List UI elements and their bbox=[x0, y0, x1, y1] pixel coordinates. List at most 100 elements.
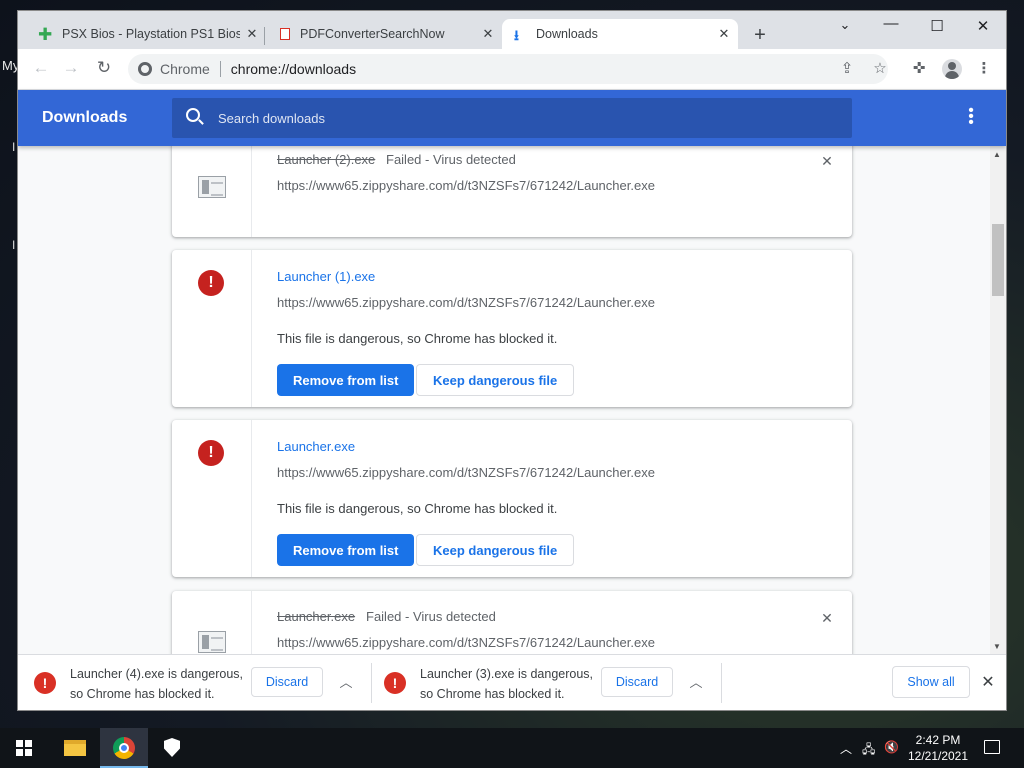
volume-muted-icon[interactable]: 🔇 bbox=[884, 740, 899, 754]
shelf-download-item[interactable]: ! Launcher (4).exe is dangerous, so Chro… bbox=[18, 655, 372, 710]
close-icon[interactable]: ✕ bbox=[244, 26, 260, 42]
downloads-list: Launcher (2).exe Failed - Virus detected… bbox=[18, 146, 990, 654]
close-shelf-icon[interactable]: ✕ bbox=[980, 672, 996, 692]
danger-alert-icon: ! bbox=[384, 672, 406, 694]
discard-button[interactable]: Discard bbox=[251, 667, 323, 697]
discard-button[interactable]: Discard bbox=[601, 667, 673, 697]
download-url[interactable]: https://www65.zippyshare.com/d/t3NZSFs7/… bbox=[277, 465, 655, 480]
card-icon-column: ! bbox=[172, 250, 252, 407]
tray-chevron-up-icon[interactable]: ︿ bbox=[840, 740, 852, 757]
taskbar-chrome[interactable] bbox=[100, 728, 148, 768]
download-url[interactable]: https://www65.zippyshare.com/d/t3NZSFs7/… bbox=[277, 178, 655, 193]
tab-title: PSX Bios - Playstation PS1 Bios ( bbox=[62, 27, 240, 41]
tab-search-chevron-icon[interactable]: ⌄ bbox=[830, 17, 860, 33]
keep-dangerous-file-button[interactable]: Keep dangerous file bbox=[416, 364, 575, 396]
close-icon[interactable]: ✕ bbox=[480, 26, 496, 42]
start-windows-icon[interactable] bbox=[16, 740, 32, 756]
address-bar[interactable]: Chrome chrome://downloads bbox=[128, 54, 888, 84]
download-file-name[interactable]: Launcher.exe bbox=[277, 439, 355, 454]
download-file-name[interactable]: Launcher.exe bbox=[277, 609, 355, 624]
download-url[interactable]: https://www65.zippyshare.com/d/t3NZSFs7/… bbox=[277, 295, 655, 310]
file-icon bbox=[198, 631, 226, 653]
danger-message: This file is dangerous, so Chrome has bl… bbox=[277, 501, 558, 516]
shelf-item-message: Launcher (3).exe is dangerous, so Chrome… bbox=[420, 664, 600, 704]
notification-icon[interactable] bbox=[984, 740, 1000, 754]
card-icon-column bbox=[172, 146, 252, 237]
chrome-menu-icon[interactable]: ⋮ bbox=[973, 59, 995, 77]
system-clock[interactable]: 2:42 PM 12/21/2021 bbox=[902, 732, 974, 764]
tab-downloads[interactable]: ⭳ Downloads ✕ bbox=[502, 19, 738, 49]
minimize-icon[interactable]: — bbox=[876, 15, 906, 32]
download-status: Failed - Virus detected bbox=[386, 152, 516, 167]
tab-strip: ✚ PSX Bios - Playstation PS1 Bios ( ✕ PD… bbox=[18, 11, 1006, 49]
taskbar-file-explorer[interactable] bbox=[50, 728, 98, 768]
chrome-window: ✚ PSX Bios - Playstation PS1 Bios ( ✕ PD… bbox=[18, 11, 1006, 710]
search-bar[interactable] bbox=[172, 98, 852, 138]
search-input[interactable] bbox=[218, 98, 838, 138]
puzzle-plus-icon: ✚ bbox=[38, 25, 53, 44]
card-icon-column bbox=[172, 591, 252, 654]
shelf-separator bbox=[721, 663, 722, 703]
maximize-icon[interactable]: ☐ bbox=[922, 17, 952, 35]
scrollbar-thumb[interactable] bbox=[992, 224, 1004, 296]
danger-message: This file is dangerous, so Chrome has bl… bbox=[277, 331, 558, 346]
scroll-down-arrow-icon[interactable]: ▼ bbox=[993, 642, 1001, 651]
desktop-icon-fragment: I bbox=[12, 140, 16, 154]
clock-time: 2:42 PM bbox=[915, 733, 961, 747]
back-arrow-icon[interactable]: ← bbox=[30, 58, 52, 78]
download-status: Failed - Virus detected bbox=[366, 609, 496, 624]
download-file-name[interactable]: Launcher (1).exe bbox=[277, 269, 375, 284]
taskbar-windows-security[interactable] bbox=[148, 728, 196, 768]
share-icon[interactable]: ⇪ bbox=[836, 59, 858, 77]
scroll-up-arrow-icon[interactable]: ▲ bbox=[993, 150, 1001, 159]
shelf-download-item[interactable]: ! Launcher (3).exe is dangerous, so Chro… bbox=[368, 655, 722, 710]
show-all-button[interactable]: Show all bbox=[892, 666, 970, 698]
keep-dangerous-file-button[interactable]: Keep dangerous file bbox=[416, 534, 575, 566]
taskbar: ︿ 🖧 🔇 2:42 PM 12/21/2021 bbox=[0, 728, 1024, 768]
remove-from-list-button[interactable]: Remove from list bbox=[277, 364, 415, 396]
forward-arrow-icon[interactable]: → bbox=[60, 58, 82, 78]
chevron-up-icon[interactable]: ︿ bbox=[688, 672, 704, 691]
card-icon-column: ! bbox=[172, 420, 252, 577]
url-text[interactable]: chrome://downloads bbox=[231, 61, 356, 77]
downloads-header: Downloads ••• bbox=[18, 90, 1006, 146]
shelf-item-message: Launcher (4).exe is dangerous, so Chrome… bbox=[70, 664, 250, 704]
remove-item-icon[interactable]: ✕ bbox=[820, 153, 834, 170]
desktop-icon-label[interactable]: My bbox=[2, 58, 19, 73]
tab-title: Downloads bbox=[536, 27, 598, 41]
close-icon[interactable]: ✕ bbox=[716, 26, 732, 42]
download-url[interactable]: https://www65.zippyshare.com/d/t3NZSFs7/… bbox=[277, 635, 655, 650]
network-icon[interactable]: 🖧 bbox=[862, 740, 875, 761]
download-file-name[interactable]: Launcher (2).exe bbox=[277, 152, 375, 167]
shelf-message-line: so Chrome has blocked it. bbox=[70, 687, 215, 701]
shelf-message-line: Launcher (3).exe is dangerous, bbox=[420, 667, 594, 681]
search-icon[interactable] bbox=[186, 108, 200, 122]
shield-icon bbox=[164, 738, 180, 757]
danger-alert-icon: ! bbox=[34, 672, 56, 694]
desktop-icon-fragment: I bbox=[12, 238, 16, 252]
page-scrollbar[interactable]: ▲ ▼ bbox=[990, 146, 1006, 654]
window-close-icon[interactable]: ✕ bbox=[968, 17, 998, 35]
extensions-puzzle-icon[interactable]: ✜ bbox=[908, 59, 930, 77]
bookmark-star-icon[interactable]: ☆ bbox=[869, 59, 891, 77]
omnibox-divider bbox=[219, 61, 221, 77]
tab-title: PDFConverterSearchNow bbox=[300, 27, 445, 41]
shelf-message-line: Launcher (4).exe is dangerous, bbox=[70, 667, 244, 681]
pdf-icon bbox=[280, 28, 290, 40]
tab-separator bbox=[264, 27, 265, 45]
profile-avatar-icon[interactable] bbox=[942, 59, 962, 79]
chrome-icon bbox=[113, 737, 135, 759]
folder-icon bbox=[64, 740, 86, 756]
more-options-icon[interactable]: • • • bbox=[964, 103, 978, 131]
new-tab-button[interactable]: + bbox=[750, 24, 770, 47]
tab-psx-bios[interactable]: ✚ PSX Bios - Playstation PS1 Bios ( ✕ bbox=[28, 19, 266, 49]
download-card: Launcher.exe Failed - Virus detected htt… bbox=[172, 591, 852, 654]
remove-item-icon[interactable]: ✕ bbox=[820, 610, 834, 627]
remove-from-list-button[interactable]: Remove from list bbox=[277, 534, 415, 566]
download-card: ! Launcher.exe https://www65.zippyshare.… bbox=[172, 420, 852, 577]
page-title: Downloads bbox=[42, 109, 128, 126]
tab-pdf-converter[interactable]: PDFConverterSearchNow ✕ bbox=[266, 19, 502, 49]
download-card: ! Launcher (1).exe https://www65.zippysh… bbox=[172, 250, 852, 407]
reload-icon[interactable]: ↻ bbox=[93, 58, 115, 78]
chevron-up-icon[interactable]: ︿ bbox=[338, 672, 354, 691]
